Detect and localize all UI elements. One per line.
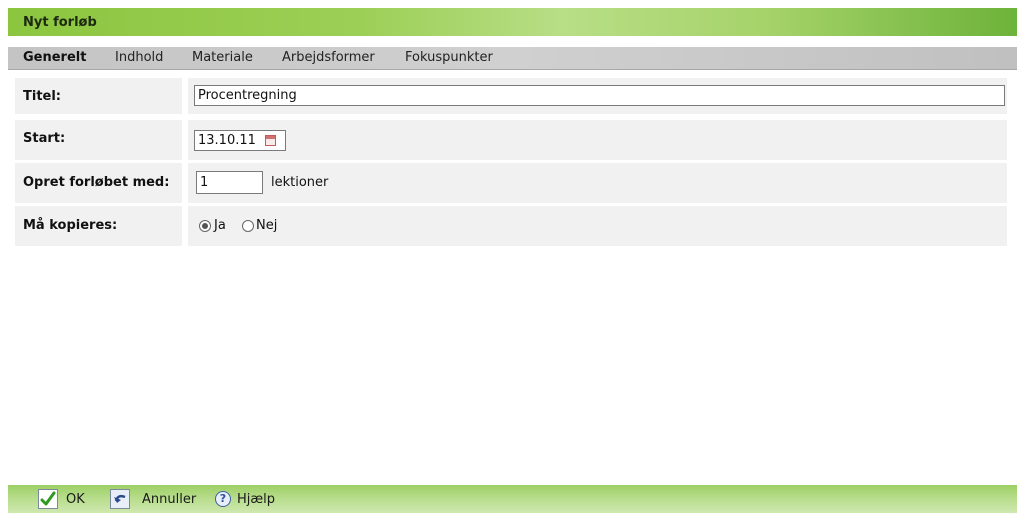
- copy-yes-label[interactable]: Ja: [214, 218, 226, 233]
- copy-label: Må kopieres:: [23, 218, 118, 233]
- ok-button[interactable]: OK: [66, 492, 85, 507]
- help-icon[interactable]: ?: [215, 491, 231, 507]
- form-row-lessons: Opret forløbet med: lektioner: [15, 163, 1007, 203]
- tab-indhold[interactable]: Indhold: [115, 50, 163, 65]
- tab-arbejdsformer[interactable]: Arbejdsformer: [282, 50, 375, 65]
- cancel-button[interactable]: Annuller: [142, 492, 196, 507]
- title-input[interactable]: [194, 85, 1005, 106]
- form-row-start: Start: 13.10.11: [15, 120, 1007, 160]
- form-row-copy: Må kopieres: Ja Nej: [15, 206, 1007, 246]
- window-title: Nyt forløb: [23, 15, 97, 30]
- lessons-input[interactable]: [196, 171, 263, 194]
- tab-generelt[interactable]: Generelt: [23, 50, 86, 65]
- checkmark-icon[interactable]: [38, 489, 58, 509]
- copy-no-label[interactable]: Nej: [256, 218, 277, 233]
- calendar-icon[interactable]: [265, 135, 276, 146]
- dialog-window: Nyt forløb Generelt Indhold Materiale Ar…: [8, 8, 1017, 513]
- titlebar: Nyt forløb: [8, 8, 1017, 36]
- copy-yes-radio[interactable]: [199, 220, 211, 232]
- help-button[interactable]: Hjælp: [237, 492, 275, 507]
- footer-toolbar: OK Annuller ? Hjælp: [8, 485, 1017, 513]
- lessons-unit: lektioner: [271, 175, 329, 190]
- tab-fokuspunkter[interactable]: Fokuspunkter: [405, 50, 493, 65]
- title-label: Titel:: [23, 89, 62, 104]
- tab-bar: Generelt Indhold Materiale Arbejdsformer…: [8, 47, 1017, 70]
- form-row-title: Titel:: [15, 78, 1007, 114]
- start-date-field[interactable]: 13.10.11: [194, 130, 286, 151]
- start-date-value: 13.10.11: [198, 133, 256, 148]
- start-label: Start:: [23, 131, 66, 146]
- copy-no-radio[interactable]: [242, 220, 254, 232]
- undo-icon[interactable]: [110, 489, 130, 509]
- lessons-label: Opret forløbet med:: [23, 175, 170, 190]
- tab-materiale[interactable]: Materiale: [192, 50, 253, 65]
